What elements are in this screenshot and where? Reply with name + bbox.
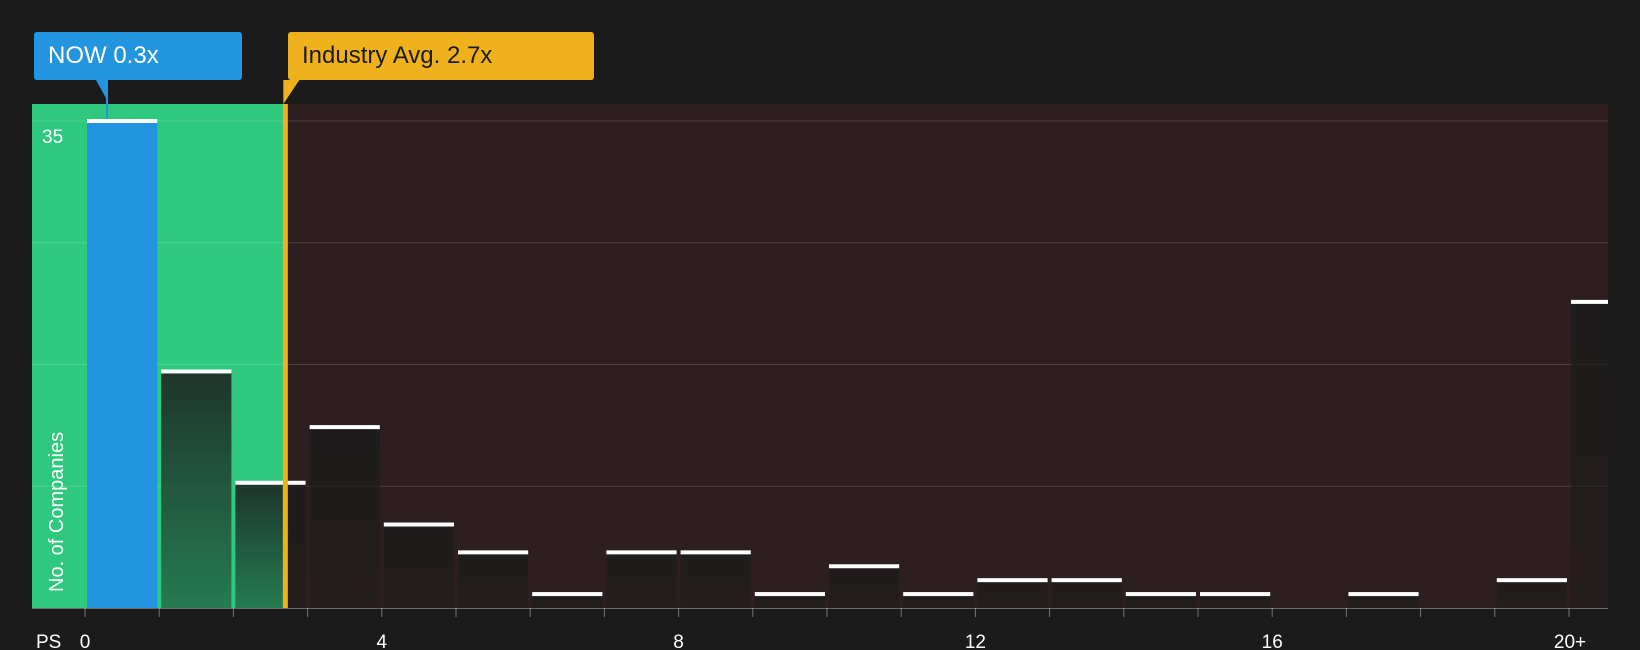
histogram-bar bbox=[1051, 580, 1122, 608]
histogram-bar-top bbox=[458, 550, 529, 555]
company-ticker: NOW bbox=[48, 42, 107, 69]
histogram-bar bbox=[87, 121, 158, 608]
histogram-bar-top bbox=[309, 425, 380, 430]
histogram-bar bbox=[680, 552, 751, 608]
histogram-bar-top bbox=[1051, 578, 1122, 583]
histogram-bar bbox=[1571, 301, 1608, 608]
histogram-bar bbox=[977, 580, 1048, 608]
histogram-bar-top bbox=[235, 480, 306, 485]
histogram-bar bbox=[1200, 594, 1271, 608]
histogram-bar bbox=[903, 594, 974, 608]
price-to-sales-histogram: 0 4 8 12 16 20+ 35 No. of Companies PS bbox=[32, 80, 1609, 650]
histogram-bar bbox=[458, 552, 529, 608]
histogram-bar bbox=[606, 552, 677, 608]
company-callout: NOW 0.3x bbox=[34, 32, 242, 80]
histogram-bar-top bbox=[1348, 592, 1419, 597]
histogram-bar-top bbox=[1571, 299, 1608, 304]
histogram-bar-top bbox=[87, 119, 158, 123]
y-axis-label: No. of Companies bbox=[46, 432, 68, 592]
overvalued-zone bbox=[284, 104, 1609, 608]
x-tick-label: 4 bbox=[377, 632, 388, 650]
industry-label: Industry Avg. bbox=[302, 42, 441, 69]
histogram-bar bbox=[383, 524, 454, 608]
x-tick-label: 12 bbox=[965, 632, 986, 650]
x-tick-label: 8 bbox=[673, 632, 684, 650]
y-tick-label: 35 bbox=[42, 127, 63, 148]
x-axis-label: PS bbox=[36, 632, 61, 650]
y-axis-ticks: 35 bbox=[42, 127, 63, 148]
histogram-bar-top bbox=[383, 522, 454, 527]
histogram-bar-top bbox=[606, 550, 677, 555]
x-tick-label: 0 bbox=[80, 632, 91, 650]
histogram-bar-top bbox=[754, 592, 825, 597]
histogram-bar-top bbox=[829, 564, 900, 569]
company-ps-value: 0.3x bbox=[113, 42, 159, 69]
histogram-bar bbox=[309, 427, 380, 608]
histogram-bar bbox=[1496, 580, 1567, 608]
histogram-bar-top bbox=[903, 592, 974, 597]
x-tick-label: 16 bbox=[1262, 632, 1283, 650]
histogram-bar-top bbox=[1496, 578, 1567, 583]
histogram-bar bbox=[1125, 594, 1196, 608]
histogram-bar bbox=[235, 482, 306, 608]
industry-callout: Industry Avg. 2.7x bbox=[288, 32, 594, 80]
histogram-bar bbox=[161, 371, 232, 608]
industry-marker-line bbox=[282, 104, 288, 608]
x-axis: 0 4 8 12 16 20+ bbox=[32, 608, 1608, 650]
histogram-bar bbox=[1348, 594, 1419, 608]
histogram-bar bbox=[532, 594, 603, 608]
histogram-bar bbox=[754, 594, 825, 608]
histogram-bar-top bbox=[1200, 592, 1271, 597]
company-pointer bbox=[96, 80, 107, 100]
histogram-bar-top bbox=[977, 578, 1048, 583]
x-tick-label: 20+ bbox=[1554, 632, 1586, 650]
histogram-bar bbox=[829, 566, 900, 608]
industry-ps-value: 2.7x bbox=[446, 42, 493, 69]
histogram-bar-top bbox=[161, 369, 232, 374]
histogram-bar-top bbox=[680, 550, 751, 555]
histogram-bar-top bbox=[1125, 592, 1196, 597]
histogram-bar-top bbox=[532, 592, 603, 597]
industry-pointer bbox=[283, 80, 300, 104]
